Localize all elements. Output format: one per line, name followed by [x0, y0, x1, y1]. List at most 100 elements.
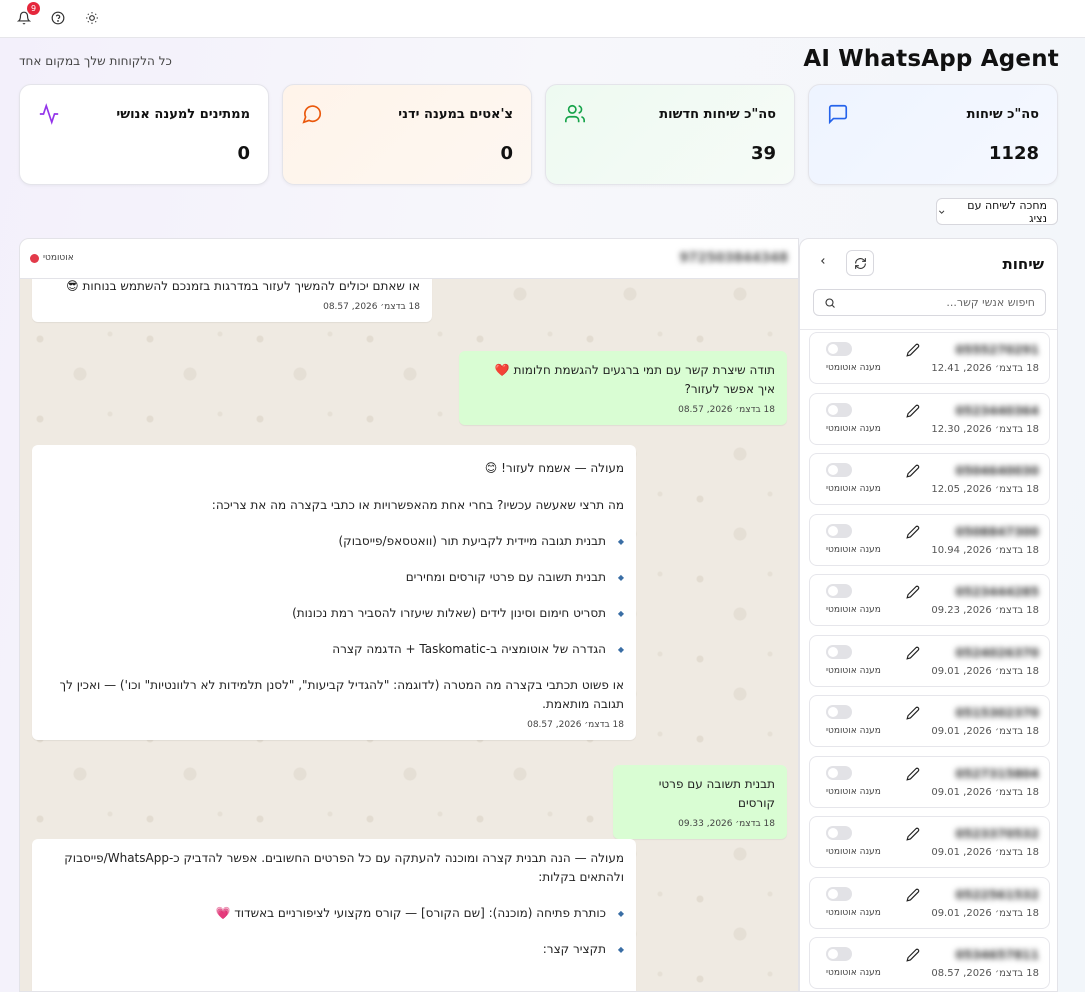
toggle-label: מענה אוטומטי — [826, 786, 881, 797]
edit-icon[interactable] — [906, 585, 920, 599]
chat-list-item[interactable]: 0555270291 18 בדצמ׳ 2026, 12.41 מענה אוטומ… — [809, 332, 1050, 384]
chat-time: 18 בדצמ׳ 2026, 09.01 — [931, 665, 1039, 677]
message-text: מה תרצי שאעשה עכשיו? בחרי אחת מהאפשרויות… — [211, 498, 624, 512]
message-bullet: תבנית תגובה מיידית לקביעת תור (וואטסאפ/פ… — [44, 532, 625, 551]
edit-icon[interactable] — [906, 646, 920, 660]
chat-time: 18 בדצמ׳ 2026, 08.57 — [931, 968, 1039, 979]
message-square-icon — [828, 104, 848, 125]
chat-list-item[interactable]: 0523440364 18 בדצמ׳ 2026, 12.30 מענה אוטומ… — [809, 392, 1050, 445]
activity-icon — [39, 103, 59, 125]
toggle-label: מענה אוטומטי — [826, 423, 881, 434]
chat-list-item[interactable]: 0515302370 18 בדצמ׳ 2026, 09.01 מענה אוטומ… — [809, 695, 1050, 747]
message-text: תבנית תשובה עם פרטי קורסים — [658, 777, 775, 810]
chat-list-item[interactable]: 0527315804 18 בדצמ׳ 2026, 09.01 מענה אוטומ… — [809, 755, 1050, 808]
contact-search[interactable] — [813, 289, 1046, 316]
contact-phone: 0524026370 — [955, 645, 1040, 660]
edit-icon[interactable] — [906, 706, 920, 720]
chat-contact-phone: 972503844348 — [679, 251, 788, 266]
message-bullet: הגדרה של אוטומציה ב-Taskomatic + הדגמה ק… — [44, 640, 624, 659]
search-input[interactable] — [855, 296, 1035, 309]
message-outgoing: תודה שיצרת קשר עם תמי ברגעים להגשמת חלומ… — [459, 351, 787, 425]
status-dot — [30, 253, 39, 263]
stat-value: 0 — [237, 143, 250, 164]
toggle-label: מענה אוטומטי — [826, 968, 881, 978]
auto-reply-toggle[interactable] — [826, 463, 852, 477]
auto-reply-toggle[interactable] — [826, 644, 852, 659]
message-bullet: תבנית תשובה עם פרטי קורסים ומחירים — [44, 568, 624, 587]
page-subtitle: כל הלקוחות שלך במקום אחד — [19, 54, 172, 68]
chat-panel: או שאתם יכולים להמשיך לעזור במדרגות בזמנ… — [19, 238, 799, 992]
edit-icon[interactable] — [906, 767, 920, 781]
auto-reply-toggle[interactable] — [826, 584, 852, 598]
refresh-button[interactable] — [846, 250, 874, 276]
chat-time: 18 בדצמ׳ 2026, 09.23 — [931, 605, 1039, 616]
edit-icon[interactable] — [906, 464, 920, 478]
toggle-label: מענה אוטומטי — [826, 484, 881, 494]
edit-icon[interactable] — [906, 948, 920, 962]
message-text: או שאתם יכולים להמשיך לעזור במדרגות בזמנ… — [66, 279, 420, 293]
auto-reply-toggle[interactable] — [826, 705, 852, 719]
chat-list-item[interactable]: 0523370532 18 בדצמ׳ 2026, 09.01 מענה אוטומ… — [809, 816, 1050, 868]
message-time: 18 בדצמ׳ 2026, 08.57 — [323, 302, 420, 312]
chat-list-item[interactable]: 0508847300 18 בדצמ׳ 2026, 10.94 מענה אוטומ… — [809, 513, 1050, 566]
stat-card-total-chats: סה"כ שיחות 1128 — [808, 84, 1058, 185]
edit-icon[interactable] — [906, 404, 920, 418]
auto-reply-toggle[interactable] — [826, 342, 852, 356]
toggle-label: מענה אוטומטי — [826, 665, 881, 676]
chat-time: 18 בדצמ׳ 2026, 12.05 — [931, 484, 1039, 495]
chat-list-item[interactable]: 0504640030 18 בדצמ׳ 2026, 12.05 מענה אוטומ… — [809, 453, 1050, 505]
message-bullet: תקציר קצר: — [44, 940, 624, 959]
contact-phone: 0515302370 — [955, 706, 1040, 720]
message-outgoing: תבנית תשובה עם פרטי קורסים 18 בדצמ׳ 2026… — [613, 765, 787, 839]
toggle-label: מענה אוטומטי — [826, 847, 881, 857]
stat-label: ממתינים למענה אנושי — [116, 107, 250, 122]
message-text: איך אפשר לעזור? — [684, 382, 775, 396]
message-incoming: מעולה — הנה תבנית קצרה ומוכנה להעתקה עם … — [32, 839, 636, 991]
chat-list-item[interactable]: 0523444285 18 בדצמ׳ 2026, 09.23 מענה אוטומ… — [809, 574, 1050, 626]
theme-toggle-button[interactable] — [82, 8, 102, 28]
auto-reply-toggle[interactable] — [826, 523, 852, 538]
help-button[interactable] — [48, 8, 68, 28]
auto-reply-toggle[interactable] — [826, 886, 852, 901]
auto-reply-toggle[interactable] — [826, 826, 852, 840]
toggle-label: מענה אוטומטי — [826, 907, 881, 918]
auto-reply-toggle[interactable] — [826, 402, 852, 417]
chevron-down-icon — [938, 209, 945, 214]
auto-reply-toggle[interactable] — [826, 947, 852, 961]
chevron-left-icon — [821, 258, 825, 264]
message-bullet: כותרת פתיחה (מוכנה): [שם הקורס] — קורס מ… — [44, 904, 624, 923]
message-incoming: מעולה — אשמח לעזור! 😊 מה תרצי שאעשה עכשי… — [32, 445, 636, 740]
contact-phone: 0508847300 — [955, 524, 1040, 539]
chat-list-panel: שיחות 0555270291 18 בדצמ׳ 2026, 12.41 מענה… — [799, 238, 1058, 992]
chat-time: 18 בדצמ׳ 2026, 09.01 — [931, 786, 1039, 798]
edit-icon[interactable] — [906, 827, 920, 841]
edit-icon[interactable] — [906, 343, 920, 357]
chat-list-item[interactable]: 0534657811 18 בדצמ׳ 2026, 08.57 מענה אוטומ… — [809, 937, 1050, 989]
chat-time: 18 בדצמ׳ 2026, 09.01 — [931, 847, 1039, 858]
auto-reply-status[interactable]: אוטומטי — [30, 253, 74, 263]
message-time: 18 בדצמ׳ 2026, 08.57 — [678, 405, 775, 415]
toggle-label: מענה אוטומטי — [826, 605, 881, 615]
message-time: 18 בדצמ׳ 2026, 09.33 — [678, 819, 775, 829]
contact-phone: 0527315804 — [955, 766, 1040, 781]
chat-list-item[interactable]: 0522561532 18 בדצמ׳ 2026, 09.01 מענה אוטומ… — [809, 876, 1050, 929]
waiting-agent-filter-button[interactable]: מחכה לשיחה עם נציג — [936, 198, 1058, 225]
message-text: או פשוט תכתבי בקצרה מה המטרה (לדוגמה: "ל… — [59, 678, 624, 711]
refresh-icon — [854, 257, 866, 269]
chat-list-item[interactable]: 0524026370 18 בדצמ׳ 2026, 09.01 מענה אוטומ… — [809, 634, 1050, 687]
auto-reply-toggle[interactable] — [826, 765, 852, 780]
chat-time: 18 בדצמ׳ 2026, 10.94 — [931, 544, 1039, 556]
stat-label: צ'אטים במענה ידני — [398, 107, 513, 122]
stat-label: סה"כ שיחות — [966, 107, 1039, 122]
edit-icon[interactable] — [906, 888, 920, 902]
theme-toggle-icon — [86, 12, 98, 24]
edit-icon[interactable] — [906, 525, 920, 539]
chat-list-title: שיחות — [1002, 255, 1045, 273]
stat-value: 39 — [750, 143, 776, 164]
chat-header: 972503844348 אוטומטי — [20, 239, 798, 279]
stat-card-new-chats: סה"כ שיחות חדשות 39 — [545, 84, 795, 185]
stat-value: 1128 — [988, 143, 1039, 164]
notifications-button[interactable]: 9 — [14, 2, 40, 28]
collapse-panel-button[interactable] — [818, 255, 828, 271]
stat-card-waiting-human: ממתינים למענה אנושי 0 — [19, 84, 269, 185]
